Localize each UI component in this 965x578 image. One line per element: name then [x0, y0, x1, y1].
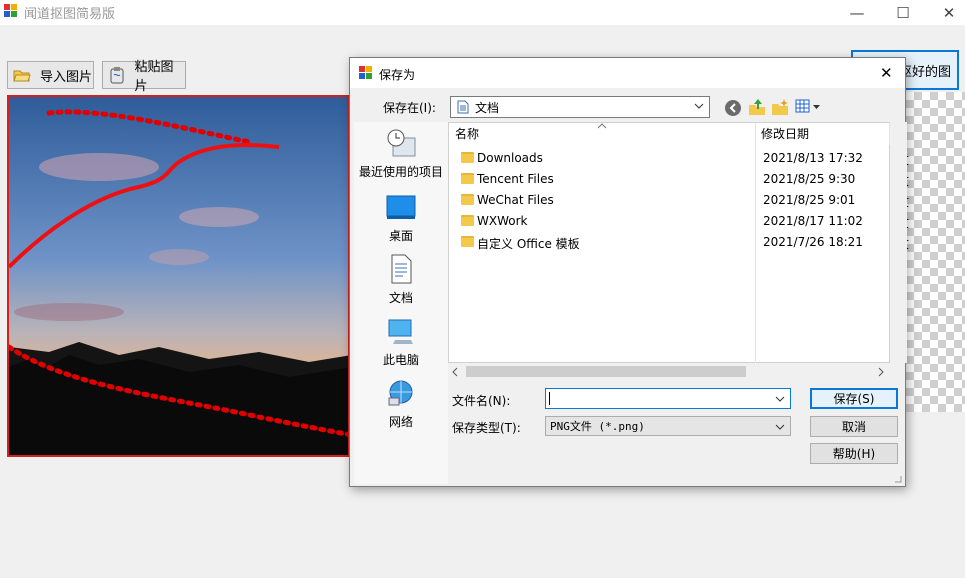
dialog-app-icon	[359, 66, 372, 79]
computer-icon	[388, 319, 413, 344]
paste-icon	[107, 66, 126, 84]
dialog-close-button[interactable]: ✕	[880, 64, 893, 82]
desktop-icon	[386, 195, 416, 219]
up-folder-icon[interactable]	[748, 98, 766, 116]
dialog-titlebar: 保存为 ✕	[350, 58, 905, 88]
save-button[interactable]: 保存(S)	[810, 388, 898, 409]
file-list[interactable]: 名称 修改日期 类 Downloads 2021/8/13 17:32 文 Te…	[448, 122, 909, 364]
place-computer[interactable]: 此电脑	[354, 316, 448, 368]
save-as-dialog: 保存为 ✕ 保存在(I): 文档 最近使用的项目 桌面 文档 此电脑 网络 名称…	[349, 57, 909, 487]
source-image-canvas[interactable]	[7, 95, 350, 457]
paste-image-button[interactable]: 粘贴图片	[102, 60, 186, 94]
file-name: WXWork	[477, 214, 528, 228]
minimize-button[interactable]: —	[834, 0, 880, 25]
import-image-label: 导入图片	[40, 69, 93, 85]
folder-icon	[461, 236, 474, 247]
column-header-date[interactable]: 修改日期	[761, 123, 889, 145]
dialog-title: 保存为	[379, 68, 416, 82]
places-bar: 最近使用的项目 桌面 文档 此电脑 网络	[354, 122, 448, 484]
place-recent[interactable]: 最近使用的项目	[354, 128, 448, 180]
file-row[interactable]: 自定义 Office 模板 2021/7/26 18:21 文	[449, 232, 909, 253]
lookin-combobox[interactable]: 文档	[450, 96, 710, 118]
file-date: 2021/8/25 9:01	[763, 193, 856, 207]
folder-icon	[461, 152, 474, 163]
back-icon[interactable]	[724, 99, 742, 117]
scroll-left-icon[interactable]	[451, 367, 459, 377]
file-date: 2021/7/26 18:21	[763, 235, 863, 249]
place-computer-label: 此电脑	[382, 353, 419, 367]
scroll-thumb[interactable]	[466, 366, 746, 377]
network-icon	[388, 380, 413, 406]
place-network[interactable]: 网络	[354, 378, 448, 430]
file-date: 2021/8/13 17:32	[763, 151, 863, 165]
vertical-scrollbar[interactable]	[890, 122, 907, 363]
app-titlebar: 闻道抠图简易版 — ☐ ✕	[0, 0, 965, 25]
filename-input[interactable]	[545, 388, 791, 409]
file-row[interactable]: Downloads 2021/8/13 17:32 文	[449, 148, 909, 169]
lookin-label: 保存在(I):	[383, 101, 436, 115]
new-folder-icon[interactable]	[771, 98, 789, 116]
document-icon	[457, 100, 469, 114]
paste-image-label: 粘贴图片	[134, 60, 174, 94]
folder-icon	[461, 194, 474, 205]
chevron-down-icon	[775, 424, 785, 430]
folder-icon	[461, 215, 474, 226]
result-image-label: 抠好的图	[898, 64, 951, 80]
filename-label: 文件名(N):	[452, 394, 511, 408]
help-button[interactable]: 帮助(H)	[810, 443, 898, 464]
file-name: Downloads	[477, 151, 543, 165]
file-name: Tencent Files	[477, 172, 554, 186]
folder-open-icon	[12, 66, 32, 84]
file-row[interactable]: Tencent Files 2021/8/25 9:30 文	[449, 169, 909, 190]
filetype-label: 保存类型(T):	[452, 421, 521, 435]
filetype-select[interactable]: PNG文件 (*.png)	[545, 416, 791, 436]
sunset-photo	[9, 97, 348, 455]
text-cursor	[549, 392, 550, 405]
place-desktop[interactable]: 桌面	[354, 192, 448, 244]
view-menu-icon[interactable]	[795, 99, 823, 115]
app-title: 闻道抠图简易版	[24, 7, 116, 22]
documents-icon	[391, 254, 412, 284]
recent-icon	[387, 129, 416, 157]
file-row[interactable]: WXWork 2021/8/17 11:02 文	[449, 211, 909, 232]
maximize-button[interactable]: ☐	[880, 0, 926, 25]
scroll-right-icon[interactable]	[877, 367, 885, 377]
chevron-down-icon	[694, 100, 704, 115]
close-button[interactable]: ✕	[926, 0, 965, 25]
chevron-down-icon[interactable]	[775, 393, 785, 405]
place-documents[interactable]: 文档	[354, 254, 448, 306]
result-preview-area	[906, 92, 965, 412]
resize-grip-icon[interactable]	[893, 474, 903, 484]
app-icon	[4, 4, 17, 17]
sort-ascending-icon	[597, 123, 607, 129]
folder-icon	[461, 173, 474, 184]
file-row[interactable]: WeChat Files 2021/8/25 9:01 文	[449, 190, 909, 211]
cancel-button[interactable]: 取消	[810, 416, 898, 437]
file-date: 2021/8/25 9:30	[763, 172, 856, 186]
place-recent-label: 最近使用的项目	[358, 165, 443, 179]
file-name: 自定义 Office 模板	[477, 237, 580, 251]
lookin-value: 文档	[475, 100, 500, 115]
place-documents-label: 文档	[388, 291, 413, 305]
horizontal-scrollbar[interactable]	[448, 363, 890, 380]
file-date: 2021/8/17 11:02	[763, 214, 863, 228]
import-image-button[interactable]: 导入图片	[7, 61, 94, 89]
place-network-label: 网络	[388, 415, 413, 429]
filetype-value: PNG文件 (*.png)	[550, 420, 645, 433]
place-desktop-label: 桌面	[388, 229, 413, 243]
file-name: WeChat Files	[477, 193, 554, 207]
